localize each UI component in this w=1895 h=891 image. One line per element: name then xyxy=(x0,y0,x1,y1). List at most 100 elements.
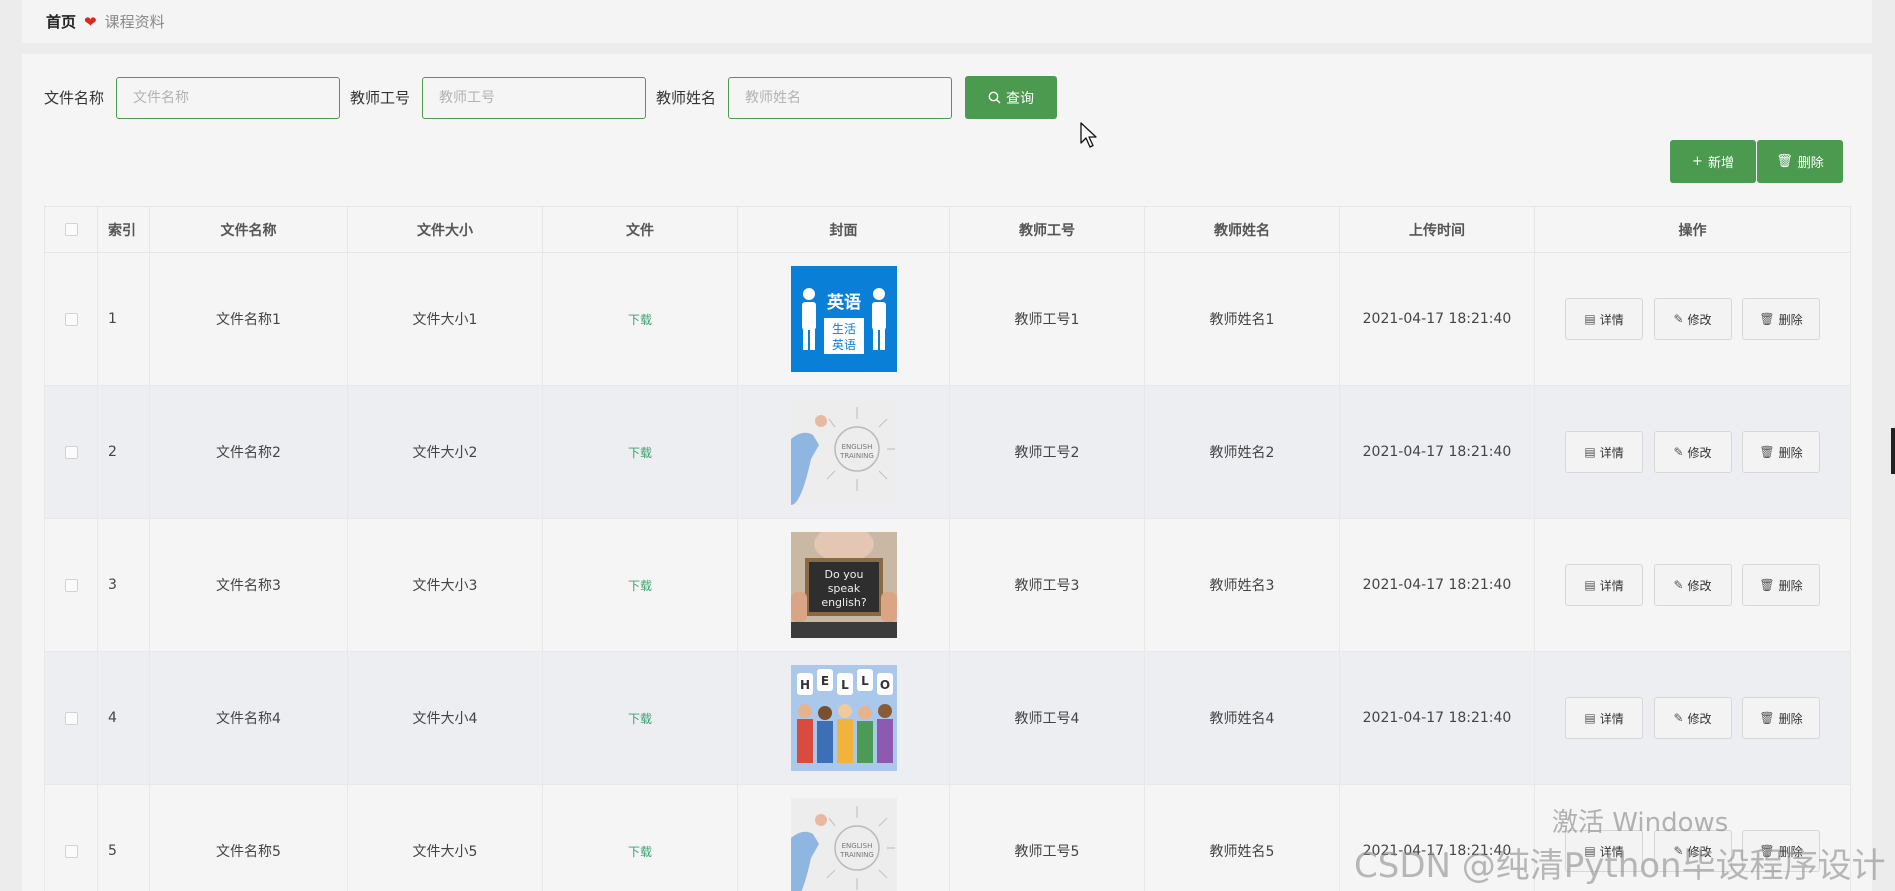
delete-button-label: 删除 xyxy=(1778,711,1803,726)
detail-button[interactable]: ▤ 详情 xyxy=(1565,697,1644,739)
header-index: 索引 xyxy=(97,206,150,253)
download-link[interactable]: 下载 xyxy=(628,579,652,593)
row-checkbox[interactable] xyxy=(64,445,78,459)
row-actions: ▤ 详情 ✎ 修改 🗑 删除 xyxy=(1534,518,1851,652)
document-icon: ▤ xyxy=(1584,312,1596,326)
row-select-cell[interactable] xyxy=(44,784,98,891)
breadcrumb-home[interactable]: 首页 xyxy=(46,11,76,32)
svg-text:L: L xyxy=(841,678,849,692)
edit-button[interactable]: ✎ 修改 xyxy=(1653,431,1732,473)
cover-image[interactable]: ENGLISH TRAINING xyxy=(790,399,897,505)
trash-icon: 🗑 xyxy=(1759,578,1775,592)
row-upload-time: 2021-04-17 18:21:40 xyxy=(1339,385,1535,519)
header-upload-time: 上传时间 xyxy=(1339,206,1535,253)
row-teacher-no: 教师工号5 xyxy=(949,784,1145,891)
query-button[interactable]: 查询 xyxy=(965,76,1058,119)
row-index: 4 xyxy=(97,651,150,785)
main-panel: 文件名称 教师工号 教师姓名 查询 + 新增 🗑 删除 xyxy=(22,54,1872,891)
delete-button[interactable]: 🗑 删除 xyxy=(1741,564,1820,606)
row-teacher-no: 教师工号2 xyxy=(949,385,1145,519)
teacher-name-label: 教师姓名 xyxy=(656,89,717,107)
svg-text:TRAINING: TRAINING xyxy=(839,452,874,460)
delete-button[interactable]: 🗑 删除 xyxy=(1741,697,1820,739)
detail-button[interactable]: ▤ 详情 xyxy=(1565,564,1644,606)
row-select-cell[interactable] xyxy=(44,252,98,386)
select-all-cell[interactable] xyxy=(44,206,98,253)
svg-text:Do you: Do you xyxy=(824,568,863,581)
row-file-name: 文件名称1 xyxy=(149,252,348,386)
row-teacher-no: 教师工号3 xyxy=(949,518,1145,652)
header-file-size: 文件大小 xyxy=(347,206,543,253)
row-file-name: 文件名称3 xyxy=(149,518,348,652)
row-file-size: 文件大小2 xyxy=(347,385,543,519)
edit-button[interactable]: ✎ 修改 xyxy=(1653,697,1732,739)
row-file-cell: 下载 xyxy=(542,385,738,519)
edit-button-label: 修改 xyxy=(1687,578,1712,593)
row-cover-cell: H E L L O xyxy=(737,651,950,785)
svg-text:english?: english? xyxy=(821,596,867,609)
detail-button[interactable]: ▤ 详情 xyxy=(1565,431,1644,473)
row-file-cell: 下载 xyxy=(542,784,738,891)
download-link[interactable]: 下载 xyxy=(628,313,652,327)
select-all-checkbox[interactable] xyxy=(64,223,78,236)
row-checkbox[interactable] xyxy=(64,711,78,725)
row-checkbox[interactable] xyxy=(64,578,78,592)
trash-icon: 🗑 xyxy=(1759,445,1775,459)
row-select-cell[interactable] xyxy=(44,518,98,652)
row-upload-time: 2021-04-17 18:21:40 xyxy=(1339,651,1535,785)
row-checkbox[interactable] xyxy=(64,844,78,858)
add-button-label: 新增 xyxy=(1707,156,1734,171)
add-button[interactable]: + 新增 xyxy=(1670,140,1756,183)
table-row: 2 文件名称2 文件大小2 下载 ENGLISH TRAINING 教师工号2 … xyxy=(44,385,1851,519)
edit-button[interactable]: ✎ 修改 xyxy=(1653,564,1732,606)
edit-button[interactable]: ✎ 修改 xyxy=(1653,298,1732,340)
windows-activation-watermark: 激活 Windows xyxy=(1552,808,1729,838)
row-file-name: 文件名称4 xyxy=(149,651,348,785)
row-cover-cell: 英语 生活 英语 xyxy=(737,252,950,386)
header-actions: 操作 xyxy=(1534,206,1851,253)
batch-delete-button[interactable]: 🗑 删除 xyxy=(1757,140,1843,183)
svg-text:生活: 生活 xyxy=(831,322,855,336)
plus-icon: + xyxy=(1692,154,1703,169)
cover-image[interactable]: ENGLISH TRAINING xyxy=(790,798,897,891)
download-link[interactable]: 下载 xyxy=(628,712,652,726)
download-link[interactable]: 下载 xyxy=(628,446,652,460)
delete-button[interactable]: 🗑 删除 xyxy=(1741,431,1820,473)
edit-icon: ✎ xyxy=(1673,445,1684,459)
edit-button-label: 修改 xyxy=(1687,445,1712,460)
breadcrumb: 首页 ❤ 课程资料 xyxy=(22,0,1872,43)
trash-icon: 🗑 xyxy=(1776,154,1793,169)
cover-image[interactable]: H E L L O xyxy=(790,665,897,771)
edit-icon: ✎ xyxy=(1673,312,1684,326)
row-file-cell: 下载 xyxy=(542,518,738,652)
row-file-name: 文件名称2 xyxy=(149,385,348,519)
row-actions: ▤ 详情 ✎ 修改 🗑 删除 xyxy=(1534,651,1851,785)
cover-image[interactable]: 英语 生活 英语 xyxy=(790,266,897,372)
cover-image[interactable]: Do you speak english? xyxy=(790,532,897,638)
svg-text:ENGLISH: ENGLISH xyxy=(841,842,872,850)
query-button-label: 查询 xyxy=(1006,90,1035,107)
scrollbar-handle[interactable] xyxy=(1891,428,1895,474)
page: 首页 ❤ 课程资料 文件名称 教师工号 教师姓名 查询 + 新增 xyxy=(0,0,1895,891)
row-index: 5 xyxy=(97,784,150,891)
cursor-icon xyxy=(1080,122,1097,148)
teacher-no-input[interactable] xyxy=(422,76,647,119)
row-actions: ▤ 详情 ✎ 修改 🗑 删除 xyxy=(1534,385,1851,519)
teacher-name-input[interactable] xyxy=(728,76,953,119)
svg-text:英语: 英语 xyxy=(831,338,855,352)
row-file-size: 文件大小5 xyxy=(347,784,543,891)
delete-button[interactable]: 🗑 删除 xyxy=(1741,298,1820,340)
file-name-input[interactable] xyxy=(116,76,341,119)
edit-icon: ✎ xyxy=(1673,711,1684,725)
detail-button[interactable]: ▤ 详情 xyxy=(1565,298,1644,340)
row-select-cell[interactable] xyxy=(44,651,98,785)
breadcrumb-current: 课程资料 xyxy=(104,13,165,31)
detail-button-label: 详情 xyxy=(1599,445,1624,460)
row-index: 1 xyxy=(97,252,150,386)
download-link[interactable]: 下载 xyxy=(628,845,652,859)
search-icon xyxy=(988,91,1001,104)
row-checkbox[interactable] xyxy=(64,312,78,326)
row-select-cell[interactable] xyxy=(44,385,98,519)
svg-text:speak: speak xyxy=(827,582,860,595)
row-teacher-name: 教师姓名4 xyxy=(1144,651,1340,785)
